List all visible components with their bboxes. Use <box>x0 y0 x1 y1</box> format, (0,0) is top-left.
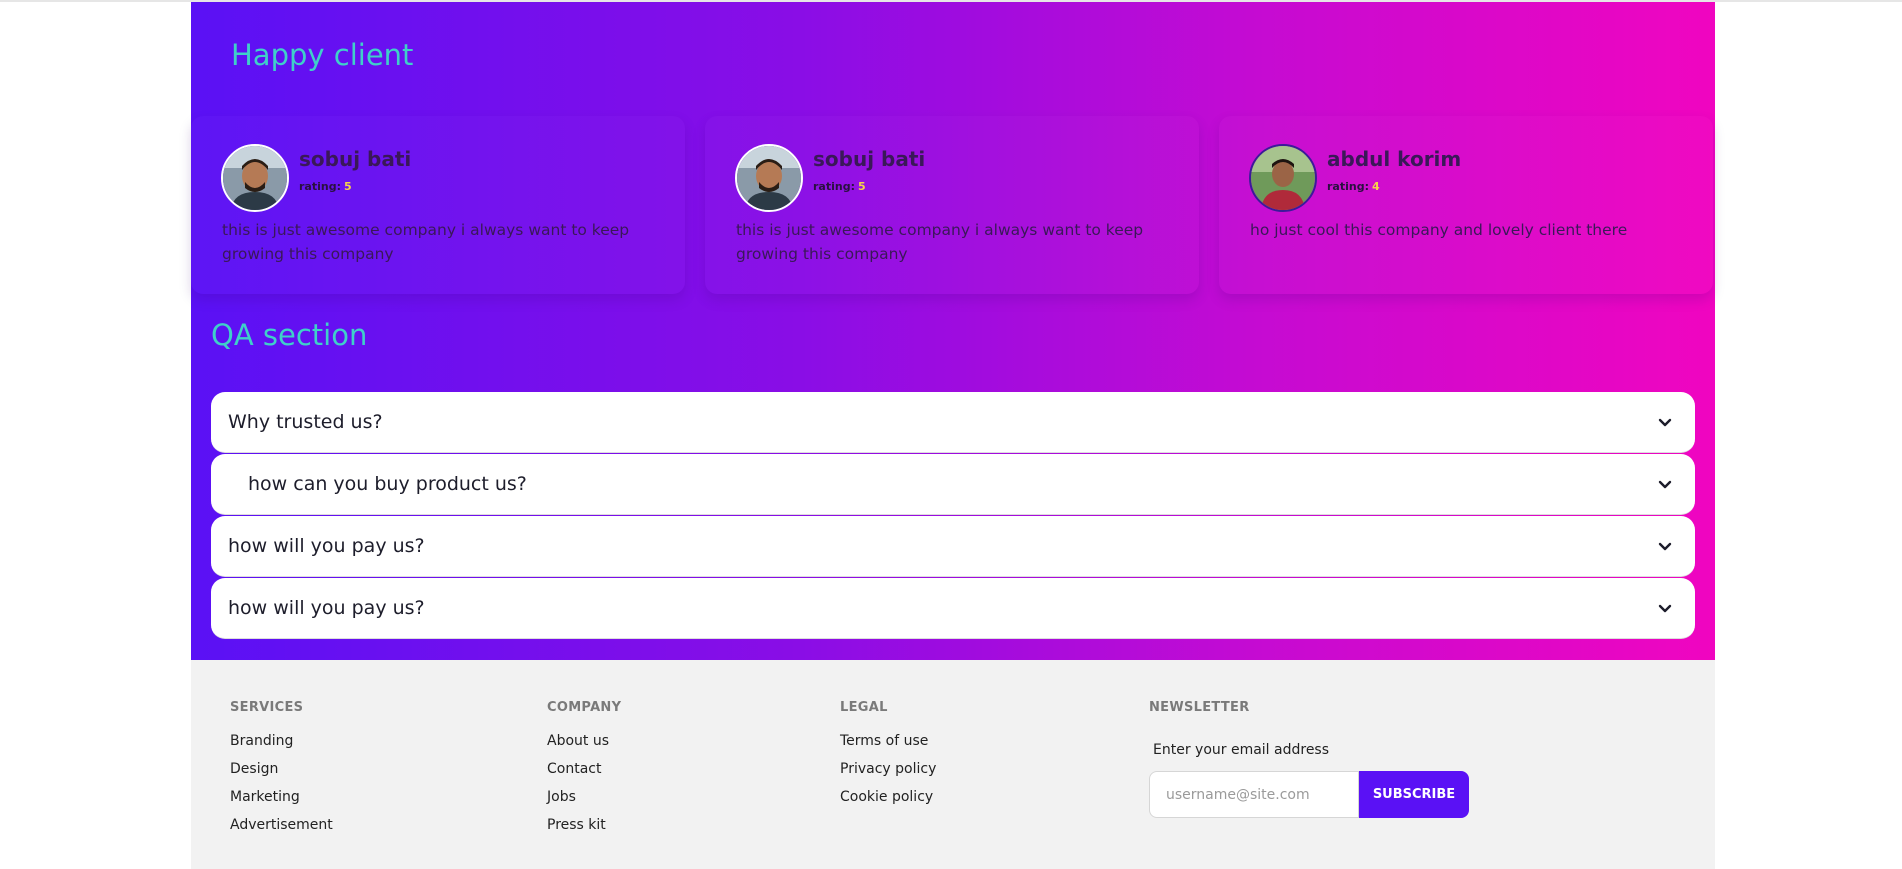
rating: rating: 4 <box>1327 180 1380 193</box>
qa-question: Why trusted us? <box>228 411 383 433</box>
review-text: this is just awesome company i always wa… <box>222 221 630 263</box>
avatar <box>1249 144 1317 212</box>
client-name: sobuj bati <box>813 147 926 171</box>
client-name: sobuj bati <box>299 147 412 171</box>
footer-link-press-kit[interactable]: Press kit <box>547 815 621 843</box>
avatar <box>221 144 289 212</box>
avatar <box>735 144 803 212</box>
footer-company: COMPANY About us Contact Jobs Press kit <box>547 700 621 843</box>
chevron-down-icon[interactable] <box>1657 600 1673 616</box>
review-text: this is just awesome company i always wa… <box>736 221 1144 263</box>
rating-score: 4 <box>1371 180 1380 193</box>
chevron-down-icon[interactable] <box>1657 414 1673 430</box>
chevron-down-icon[interactable] <box>1657 538 1673 554</box>
person-photo-icon <box>223 146 287 210</box>
footer-link-jobs[interactable]: Jobs <box>547 787 621 815</box>
footer-services: SERVICES Branding Design Marketing Adver… <box>230 700 333 843</box>
rating-score: 5 <box>857 180 866 193</box>
footer-link-marketing[interactable]: Marketing <box>230 787 333 815</box>
newsletter-email-input[interactable] <box>1149 771 1359 818</box>
rating: rating: 5 <box>299 180 352 193</box>
rating-score: 5 <box>343 180 352 193</box>
footer-newsletter: NEWSLETTER Enter your email address SUBS… <box>1149 700 1479 830</box>
footer-link-contact[interactable]: Contact <box>547 759 621 787</box>
chevron-down-icon[interactable] <box>1657 476 1673 492</box>
qa-question: how will you pay us? <box>228 535 425 557</box>
qa-accordion-item[interactable]: how will you pay us? <box>211 516 1695 577</box>
footer-link-branding[interactable]: Branding <box>230 731 333 759</box>
review-text: ho just cool this company and lovely cli… <box>1250 221 1628 239</box>
footer-link-cookie[interactable]: Cookie policy <box>840 787 936 815</box>
rating-label: rating: <box>813 180 855 193</box>
qa-accordion-item[interactable]: Why trusted us? <box>211 392 1695 453</box>
qa-question: how can you buy product us? <box>248 473 527 495</box>
qa-question: how will you pay us? <box>228 597 425 619</box>
testimonial-card: sobuj bati rating: 5 this is just awesome… <box>705 116 1199 294</box>
testimonial-card: abdul korim rating: 4 ho just cool this c… <box>1219 116 1713 294</box>
footer-legal-title: LEGAL <box>840 700 888 715</box>
footer-services-title: SERVICES <box>230 700 304 715</box>
newsletter-label: Enter your email address <box>1153 742 1330 758</box>
footer: SERVICES Branding Design Marketing Adver… <box>191 660 1715 869</box>
gradient-section: Happy client sobuj bati rating: 5 this is… <box>191 2 1715 660</box>
footer-link-advertisement[interactable]: Advertisement <box>230 815 333 843</box>
footer-link-design[interactable]: Design <box>230 759 333 787</box>
footer-legal: LEGAL Terms of use Privacy policy Cookie… <box>840 700 936 815</box>
testimonial-card: sobuj bati rating: 5 this is just awesome… <box>191 116 685 294</box>
client-name: abdul korim <box>1327 147 1462 171</box>
footer-link-terms[interactable]: Terms of use <box>840 731 936 759</box>
rating-label: rating: <box>299 180 341 193</box>
footer-company-title: COMPANY <box>547 700 622 715</box>
footer-newsletter-title: NEWSLETTER <box>1149 700 1250 715</box>
subscribe-button[interactable]: SUBSCRIBE <box>1359 771 1469 818</box>
qa-section-title: QA section <box>211 318 368 352</box>
happy-client-title: Happy client <box>231 38 414 72</box>
person-photo-icon <box>737 146 801 210</box>
footer-link-privacy[interactable]: Privacy policy <box>840 759 936 787</box>
rating-label: rating: <box>1327 180 1369 193</box>
qa-accordion-item[interactable]: how will you pay us? <box>211 578 1695 639</box>
rating: rating: 5 <box>813 180 866 193</box>
footer-link-about-us[interactable]: About us <box>547 731 621 759</box>
person-photo-icon <box>1251 146 1315 210</box>
qa-accordion-item[interactable]: how can you buy product us? <box>211 454 1695 515</box>
